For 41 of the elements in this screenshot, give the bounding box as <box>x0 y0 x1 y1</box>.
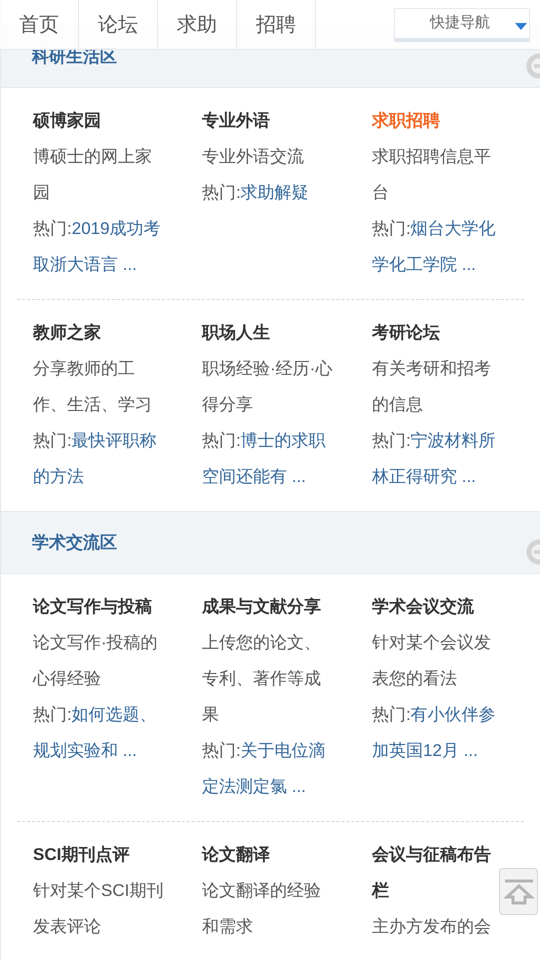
section-title: 学术交流区 <box>32 532 117 554</box>
forum-title[interactable]: 职场人生 <box>202 315 270 351</box>
hot-topic-link[interactable]: 热门:博士的求职空间还能有 ... <box>202 423 333 495</box>
hot-topic-link[interactable]: 热门:关于电位滴定法测定氯 ... <box>202 733 333 805</box>
forum-title[interactable]: 会议与征稿布告栏 <box>372 837 503 909</box>
quick-nav-dropdown[interactable]: 快捷导航 <box>394 8 530 42</box>
nav-tab[interactable]: 招聘 <box>237 0 316 49</box>
hot-topic-link[interactable]: 热门:求助解疑 <box>202 175 333 211</box>
hot-topic-link[interactable]: 热门:2019成功考取浙大语言 ... <box>33 211 164 283</box>
back-to-top-icon <box>502 878 534 904</box>
hot-topic-link[interactable]: 热门:如何选题、规划实验和 ... <box>33 697 164 769</box>
forum-description: 论文写作·投稿的心得经验 <box>33 632 159 690</box>
forum-description: 针对某个会议发表您的看法 <box>372 632 492 690</box>
forum-title[interactable]: 成果与文献分享 <box>202 589 321 625</box>
forum-title[interactable]: SCI期刊点评 <box>33 837 130 873</box>
forum-description: 论文翻译的经验和需求 <box>202 880 322 938</box>
forum-description: 分享教师的工作、生活、学习 <box>33 358 153 416</box>
hot-topic-link[interactable]: 热门:最快评职称的方法 <box>33 423 164 495</box>
forum-description: 职场经验·经历·心得分享 <box>202 358 333 416</box>
hot-topic-link[interactable]: 热门:宁波材料所林正得研究 ... <box>372 423 503 495</box>
hot-topic-link[interactable]: 热门:烟台大学化学化工学院 ... <box>372 211 503 283</box>
forum-description: 求职招聘信息平台 <box>372 146 492 204</box>
back-to-top-button[interactable] <box>499 868 538 915</box>
forum-title[interactable]: 专业外语 <box>202 103 270 139</box>
forum-title[interactable]: 教师之家 <box>33 315 101 351</box>
forum-description: 针对某个SCI期刊发表评论 <box>33 880 164 938</box>
forum-description: 有关考研和招考的信息 <box>372 358 492 416</box>
forum-title[interactable]: 硕博家园 <box>33 103 101 139</box>
forum-description: 上传您的论文、专利、著作等成果 <box>202 632 322 726</box>
forum-title[interactable]: 学术会议交流 <box>372 589 474 625</box>
forum-description: 专业外语交流 <box>202 146 305 168</box>
nav-tab[interactable]: 论坛 <box>79 0 158 49</box>
hot-topic-link[interactable]: 热门:有小伙伴参加英国12月 ... <box>372 697 503 769</box>
forum-title[interactable]: 论文翻译 <box>202 837 270 873</box>
forum-description: 主办方发布的会 <box>372 916 492 938</box>
forum-title[interactable]: 考研论坛 <box>372 315 440 351</box>
nav-tab[interactable]: 求助 <box>158 0 237 49</box>
nav-tab[interactable]: 首页 <box>0 0 79 49</box>
forum-description: 博硕士的网上家园 <box>33 146 153 204</box>
forum-title[interactable]: 论文写作与投稿 <box>33 589 152 625</box>
caret-icon <box>515 23 527 30</box>
